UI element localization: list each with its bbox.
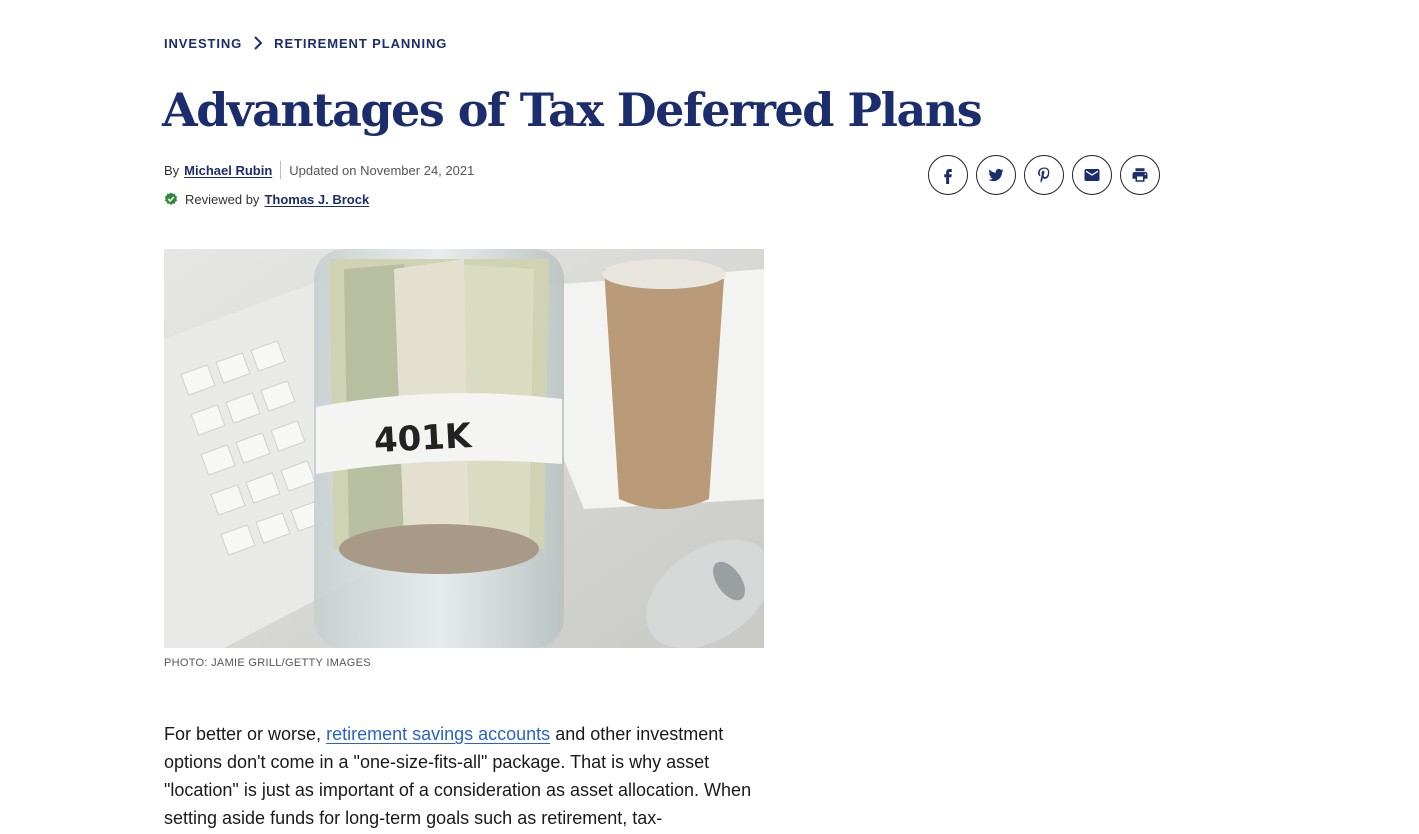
paragraph-intro: For better or worse,: [164, 724, 322, 744]
print-icon: [1132, 168, 1148, 182]
reviewed-label: Reviewed by: [185, 191, 260, 207]
retirement-savings-link[interactable]: retirement savings accounts: [326, 724, 550, 744]
twitter-icon: [988, 168, 1004, 182]
reviewed-by: Reviewed by Thomas J. Brock: [164, 189, 369, 209]
share-facebook-button[interactable]: [928, 155, 968, 195]
facebook-icon: [944, 169, 952, 184]
by-label: By: [164, 162, 180, 178]
jar-label-text: 401K: [373, 416, 474, 461]
page-title: Advantages of Tax Deferred Plans: [162, 83, 983, 137]
pinterest-icon: [1038, 167, 1050, 183]
hero-photo: 401K: [164, 249, 764, 648]
image-caption: PHOTO: JAMIE GRILL/GETTY IMAGES: [164, 657, 371, 669]
share-pinterest-button[interactable]: [1024, 155, 1064, 195]
verified-check-icon: [164, 192, 178, 206]
article-paragraph: For better or worse, retirement savings …: [164, 720, 764, 832]
chevron-right-icon: [242, 36, 274, 50]
breadcrumb-investing[interactable]: INVESTING: [164, 36, 242, 51]
breadcrumb-retirement-planning[interactable]: RETIREMENT PLANNING: [274, 36, 447, 51]
share-bar: [928, 155, 1160, 195]
print-button[interactable]: [1120, 155, 1160, 195]
reviewer-link[interactable]: Thomas J. Brock: [264, 192, 369, 207]
updated-date: Updated on November 24, 2021: [289, 162, 475, 178]
breadcrumb: INVESTING RETIREMENT PLANNING: [164, 34, 447, 52]
share-email-button[interactable]: [1072, 155, 1112, 195]
hero-image: 401K: [164, 249, 764, 648]
author-link[interactable]: Michael Rubin: [184, 163, 272, 178]
byline-divider: [280, 161, 282, 179]
email-icon: [1084, 169, 1100, 181]
share-twitter-button[interactable]: [976, 155, 1016, 195]
byline: By Michael Rubin Updated on November 24,…: [164, 160, 474, 180]
